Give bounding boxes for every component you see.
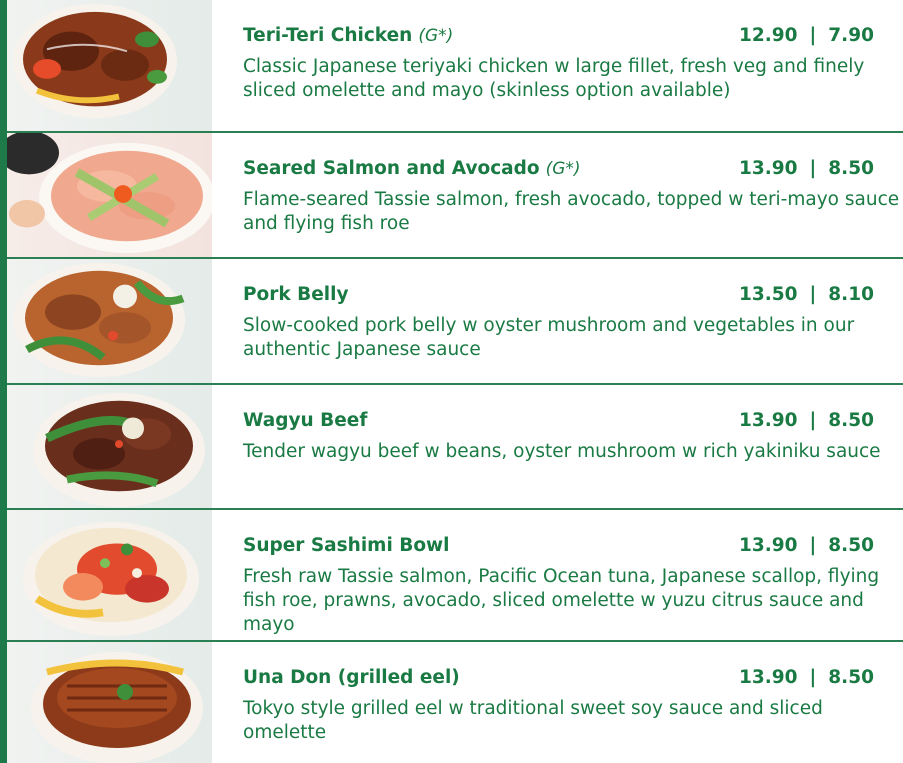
item-name: Super Sashimi Bowl bbox=[243, 535, 450, 556]
item-name-line: Pork Belly bbox=[243, 284, 355, 305]
menu-item: Seared Salmon and Avocado (G*) 13.90 | 8.50… bbox=[7, 133, 903, 259]
menu-item: Una Don (grilled eel) 13.90 | 8.50 Tokyo s… bbox=[7, 642, 903, 763]
item-content: Seared Salmon and Avocado (G*) 13.90 | 8.50… bbox=[243, 133, 903, 257]
item-name: Wagyu Beef bbox=[243, 410, 368, 431]
price-large: 13.50 bbox=[739, 284, 798, 305]
price-separator: | bbox=[809, 25, 817, 46]
price-small: 8.10 bbox=[828, 284, 874, 305]
item-price: 13.90 | 8.50 bbox=[739, 158, 874, 179]
left-border-rule bbox=[0, 0, 7, 763]
item-price: 12.90 | 7.90 bbox=[739, 25, 874, 46]
price-large: 13.90 bbox=[739, 667, 798, 688]
item-name-line: Teri-Teri Chicken (G*) bbox=[243, 25, 453, 46]
item-description: Tender wagyu beef w beans, oyster mushro… bbox=[243, 441, 881, 462]
pork-belly-bowl-photo bbox=[7, 259, 212, 383]
price-separator: | bbox=[809, 284, 817, 305]
item-description: Classic Japanese teriyaki chicken w larg… bbox=[243, 56, 865, 101]
item-price: 13.90 | 8.50 bbox=[739, 410, 874, 431]
gluten-free-tag: (G*) bbox=[418, 26, 454, 46]
price-small: 8.50 bbox=[828, 158, 874, 179]
gluten-free-tag: (G*) bbox=[545, 159, 581, 179]
wagyu-beef-bowl-photo bbox=[7, 385, 212, 508]
item-name: Seared Salmon and Avocado bbox=[243, 158, 540, 179]
price-small: 8.50 bbox=[828, 535, 874, 556]
item-price: 13.50 | 8.10 bbox=[739, 284, 874, 305]
item-content: Una Don (grilled eel) 13.90 | 8.50 Tokyo s… bbox=[243, 642, 903, 763]
price-separator: | bbox=[809, 410, 817, 431]
salmon-avocado-bowl-photo bbox=[7, 133, 212, 257]
price-separator: | bbox=[809, 158, 817, 179]
menu-page: Teri-Teri Chicken (G*) 12.90 | 7.90 Classic… bbox=[0, 0, 903, 763]
item-name-line: Seared Salmon and Avocado (G*) bbox=[243, 158, 581, 179]
item-price: 13.90 | 8.50 bbox=[739, 535, 874, 556]
menu-item: Pork Belly 13.50 | 8.10 Slow-cooked pork b… bbox=[7, 259, 903, 385]
price-small: 8.50 bbox=[828, 667, 874, 688]
menu-item: Wagyu Beef 13.90 | 8.50 Tender wagyu beef … bbox=[7, 385, 903, 510]
item-name-line: Una Don (grilled eel) bbox=[243, 667, 466, 688]
item-content: Pork Belly 13.50 | 8.10 Slow-cooked pork b… bbox=[243, 259, 903, 383]
teriyaki-chicken-bowl-photo bbox=[7, 0, 212, 131]
item-description: Fresh raw Tassie salmon, Pacific Ocean t… bbox=[243, 566, 880, 635]
item-description: Slow-cooked pork belly w oyster mushroom… bbox=[243, 315, 855, 360]
price-separator: | bbox=[809, 667, 817, 688]
item-price: 13.90 | 8.50 bbox=[739, 667, 874, 688]
eel-bowl-photo bbox=[7, 642, 212, 763]
item-name: Teri-Teri Chicken bbox=[243, 25, 413, 46]
menu-item: Teri-Teri Chicken (G*) 12.90 | 7.90 Classic… bbox=[7, 0, 903, 133]
price-small: 8.50 bbox=[828, 410, 874, 431]
item-description: Tokyo style grilled eel w traditional sw… bbox=[243, 698, 823, 743]
item-content: Wagyu Beef 13.90 | 8.50 Tender wagyu beef … bbox=[243, 385, 903, 508]
price-large: 13.90 bbox=[739, 158, 798, 179]
item-content: Teri-Teri Chicken (G*) 12.90 | 7.90 Classic… bbox=[243, 0, 903, 131]
item-name: Pork Belly bbox=[243, 284, 349, 305]
item-description: Flame-seared Tassie salmon, fresh avocad… bbox=[243, 189, 900, 234]
price-separator: | bbox=[809, 535, 817, 556]
price-large: 12.90 bbox=[739, 25, 798, 46]
price-large: 13.90 bbox=[739, 535, 798, 556]
item-name-line: Super Sashimi Bowl bbox=[243, 535, 455, 556]
price-small: 7.90 bbox=[828, 25, 874, 46]
item-name: Una Don (grilled eel) bbox=[243, 667, 460, 688]
item-name-line: Wagyu Beef bbox=[243, 410, 373, 431]
price-large: 13.90 bbox=[739, 410, 798, 431]
sashimi-bowl-photo bbox=[7, 510, 212, 640]
menu-item: Super Sashimi Bowl 13.90 | 8.50 Fresh raw … bbox=[7, 510, 903, 642]
item-content: Super Sashimi Bowl 13.90 | 8.50 Fresh raw … bbox=[243, 510, 903, 640]
